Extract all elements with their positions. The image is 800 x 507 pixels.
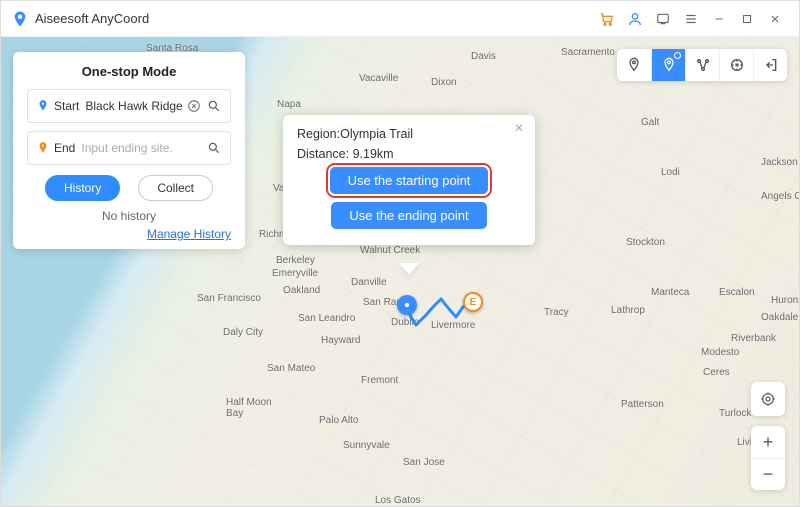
map-label: Sacramento (561, 47, 615, 58)
end-marker-letter: E (470, 297, 477, 308)
popup-close-button[interactable]: × (511, 121, 527, 137)
map-label: San Leandro (298, 313, 355, 324)
maximize-button[interactable] (733, 5, 761, 33)
map-label: Livermore (431, 320, 475, 331)
collect-tab[interactable]: Collect (138, 175, 213, 201)
zoom-out-button[interactable]: − (751, 458, 785, 490)
map-label: Galt (641, 117, 659, 128)
popup-distance-label: Distance: (297, 147, 349, 161)
search-end-button[interactable] (204, 138, 224, 158)
end-pin-icon (36, 141, 50, 155)
map-label: Walnut Creek (360, 245, 420, 256)
map-label: Turlock (719, 408, 751, 419)
map-label: Vacaville (359, 73, 398, 84)
map-label: Davis (471, 51, 496, 62)
map-label: Modesto (701, 347, 739, 358)
history-tab[interactable]: History (45, 175, 120, 201)
map-label: San Francisco (197, 293, 261, 304)
zoom-in-button[interactable]: + (751, 426, 785, 458)
mode-multistop-button[interactable] (685, 49, 719, 81)
start-input[interactable] (85, 99, 184, 113)
use-starting-point-button[interactable]: Use the starting point (330, 167, 489, 194)
map-label: Stockton (626, 237, 665, 248)
map-label: Escalon (719, 287, 755, 298)
map-label: Hayward (321, 335, 360, 346)
start-marker[interactable] (397, 295, 417, 315)
mode-panel: One-stop Mode Start End History Collect … (13, 52, 245, 249)
end-marker[interactable]: E (463, 292, 483, 312)
map-label: Lodi (661, 167, 680, 178)
map-label: Manteca (651, 287, 689, 298)
zoom-group: + − (751, 426, 785, 490)
clear-start-button[interactable] (184, 96, 204, 116)
map-label: Napa (277, 99, 301, 110)
feedback-button[interactable] (649, 5, 677, 33)
map-label: Tracy (544, 307, 569, 318)
popup-tail (399, 263, 419, 275)
end-input[interactable] (81, 141, 204, 155)
close-button[interactable] (761, 5, 789, 33)
popup-distance-line: Distance: 9.19km (297, 147, 521, 161)
map-label: Palo Alto (319, 415, 358, 426)
app-logo-icon (11, 10, 29, 28)
region-popup: × Region:Olympia Trail Distance: 9.19km … (283, 115, 535, 245)
app-window: Aiseesoft AnyCoord Santa Rosa Napa Vacav… (0, 0, 800, 507)
start-pin-icon (36, 99, 50, 113)
mode-title: One-stop Mode (27, 64, 231, 79)
minimize-button[interactable] (705, 5, 733, 33)
popup-region-label: Region: (297, 127, 340, 141)
mode-joystick-button[interactable] (719, 49, 753, 81)
cart-button[interactable] (593, 5, 621, 33)
map-label: Oakdale (761, 312, 798, 323)
map-label: Jackson (761, 157, 798, 168)
map-label: Lathrop (611, 305, 645, 316)
map-label: Angels C (761, 191, 799, 202)
end-row: End (27, 131, 231, 165)
mode-exit-button[interactable] (753, 49, 787, 81)
manage-history-link[interactable]: Manage History (27, 227, 231, 241)
map-label: Oakland (283, 285, 320, 296)
map-label: Sunnyvale (343, 440, 390, 451)
app-title: Aiseesoft AnyCoord (35, 11, 149, 26)
account-button[interactable] (621, 5, 649, 33)
map-label: Ceres (703, 367, 730, 378)
map-label: Hurons (771, 295, 799, 306)
map-br-controls: + − (751, 382, 785, 490)
recenter-button[interactable] (751, 382, 785, 416)
map-label: Dixon (431, 77, 457, 88)
popup-distance-value: 9.19km (353, 147, 394, 161)
map-label: Patterson (621, 399, 664, 410)
popup-region-line: Region:Olympia Trail (297, 127, 521, 141)
use-ending-point-button[interactable]: Use the ending point (331, 202, 486, 229)
no-history-text: No history (27, 209, 231, 223)
map-label: Half Moon Bay (226, 397, 272, 419)
map-mode-toolbar (617, 49, 787, 81)
content-area: Santa Rosa Napa Vacaville Davis Dixon Sa… (1, 37, 799, 506)
map-label: Emeryville (272, 268, 318, 279)
search-start-button[interactable] (204, 96, 224, 116)
map-label: Fremont (361, 375, 398, 386)
map-label: Danville (351, 277, 387, 288)
mode-teleport-button[interactable] (617, 49, 651, 81)
map-label: Dublin (391, 317, 419, 328)
start-label: Start (54, 99, 79, 113)
map-label: San Mateo (267, 363, 315, 374)
map-label: Berkeley (276, 255, 315, 266)
titlebar: Aiseesoft AnyCoord (1, 1, 799, 37)
popup-region-value: Olympia Trail (340, 127, 413, 141)
mode-badge-icon (674, 52, 681, 59)
map-label: Daly City (223, 327, 263, 338)
map-label: Riverbank (731, 333, 776, 344)
map-label: Los Gatos (375, 495, 421, 506)
end-label: End (54, 141, 75, 155)
start-row: Start (27, 89, 231, 123)
mode-onestop-button[interactable] (651, 49, 685, 81)
map-label: San Jose (403, 457, 445, 468)
menu-button[interactable] (677, 5, 705, 33)
